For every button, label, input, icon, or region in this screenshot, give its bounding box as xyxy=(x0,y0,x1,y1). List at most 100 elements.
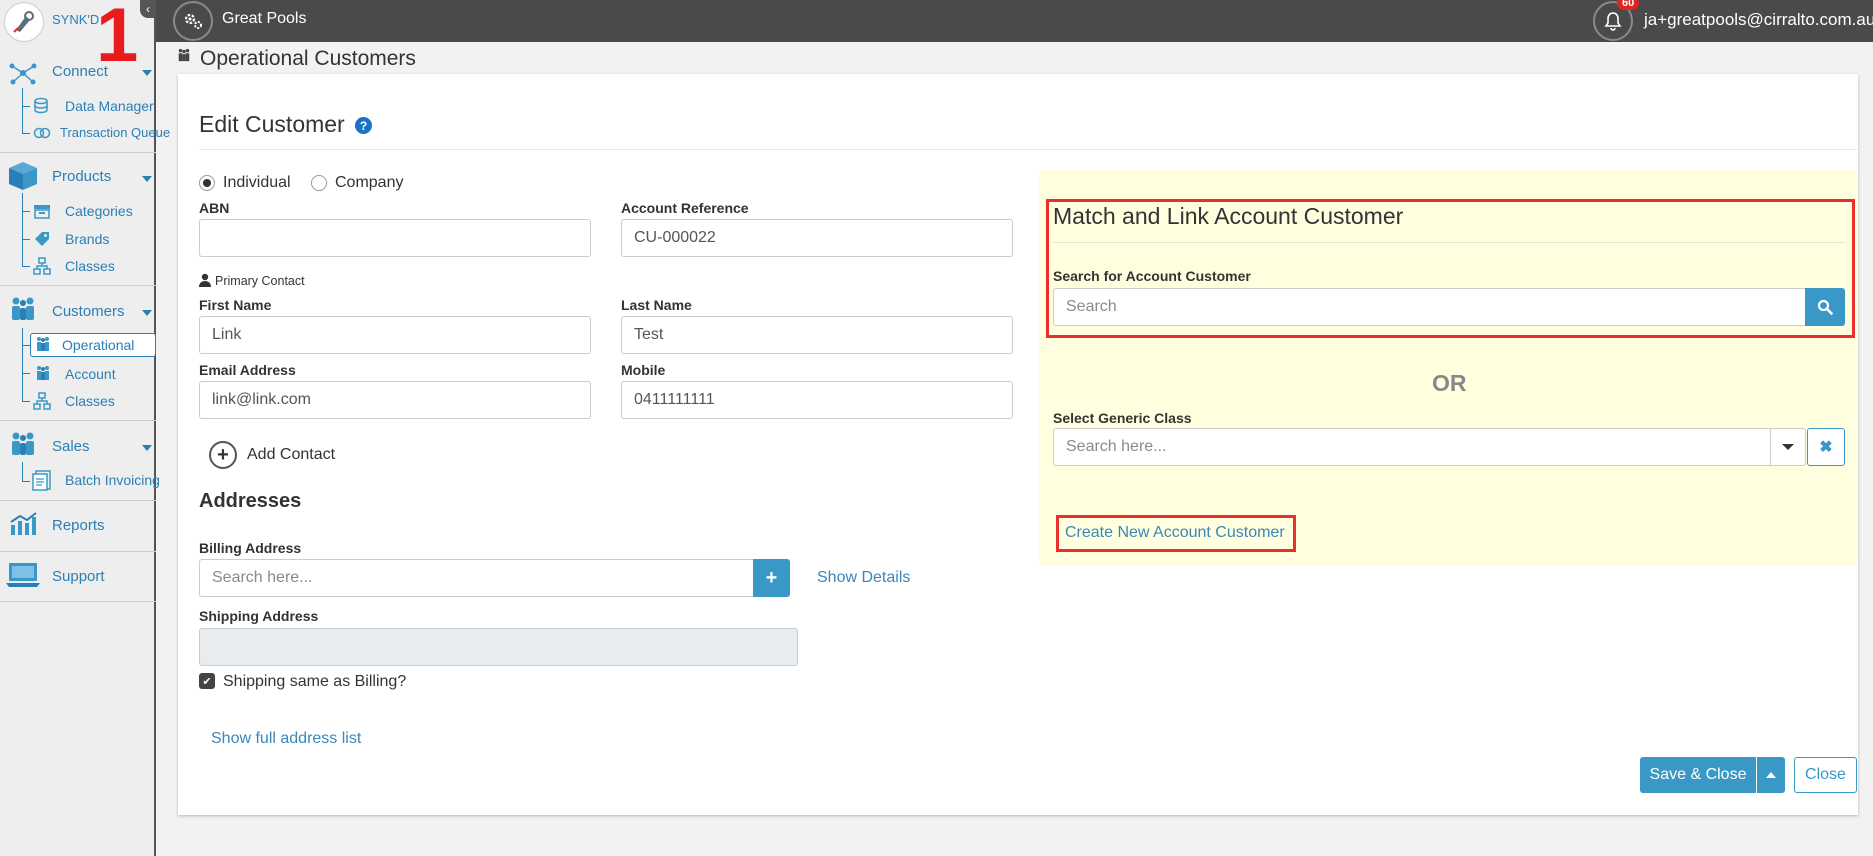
first-name-input[interactable]: Link xyxy=(199,316,591,354)
save-close-button[interactable]: Save & Close xyxy=(1640,757,1756,793)
radio-company-label[interactable]: Company xyxy=(335,174,403,192)
billing-address-label: Billing Address xyxy=(199,540,302,556)
addresses-heading: Addresses xyxy=(199,490,302,512)
radio-individual-label[interactable]: Individual xyxy=(223,174,291,192)
tree-branch xyxy=(22,401,30,402)
add-billing-address-plus-icon[interactable]: + xyxy=(753,559,790,597)
notification-badge[interactable]: 60 xyxy=(1617,0,1640,10)
chevron-down-icon[interactable] xyxy=(142,445,152,451)
sidebar-item-operational[interactable]: Operational xyxy=(62,337,134,353)
invoice-icon xyxy=(31,469,53,496)
tree-branch xyxy=(22,239,30,240)
divider xyxy=(1053,242,1845,243)
sidebar-item-brands[interactable]: Brands xyxy=(65,231,109,247)
select-generic-class-label: Select Generic Class xyxy=(1053,410,1192,426)
sidebar-divider xyxy=(0,500,156,501)
caret-down-icon xyxy=(1782,444,1794,450)
sidebar-section-support[interactable]: Support xyxy=(52,568,105,585)
clear-selection-icon[interactable]: ✖ xyxy=(1807,428,1845,466)
account-reference-input[interactable]: CU-000022 xyxy=(621,219,1013,257)
sidebar: SYNK'D ‹ 1 Connect Data Manager Transact… xyxy=(0,0,170,856)
chevron-down-icon[interactable] xyxy=(142,310,152,316)
database-icon xyxy=(33,97,51,120)
search-account-customer-label: Search for Account Customer xyxy=(1053,268,1251,284)
divider xyxy=(199,149,1859,150)
sidebar-item-customer-classes[interactable]: Classes xyxy=(65,393,115,409)
show-full-address-list-link[interactable]: Show full address list xyxy=(211,730,361,748)
app-name: Great Pools xyxy=(222,10,307,27)
abn-input[interactable] xyxy=(199,219,591,257)
laptop-icon xyxy=(5,561,41,594)
add-contact-button[interactable]: Add Contact xyxy=(247,446,335,464)
sidebar-divider xyxy=(0,152,156,153)
brand-name[interactable]: SYNK'D xyxy=(52,12,99,27)
radio-individual[interactable] xyxy=(199,175,215,191)
edit-customer-title: Edit Customer xyxy=(199,111,345,137)
brand-logo-icon[interactable] xyxy=(4,2,44,42)
category-icon xyxy=(33,202,51,225)
sidebar-item-batch-invoicing[interactable]: Batch Invoicing xyxy=(65,472,160,488)
generic-class-select[interactable]: Search here... xyxy=(1053,428,1771,466)
user-email[interactable]: ja+greatpools@cirralto.com.au xyxy=(1644,10,1873,30)
sidebar-section-products[interactable]: Products xyxy=(52,168,111,185)
connect-icon xyxy=(8,60,38,91)
chevron-down-icon[interactable] xyxy=(142,70,152,76)
sidebar-section-reports[interactable]: Reports xyxy=(52,517,105,534)
page-title: Operational Customers xyxy=(200,47,416,70)
tree-branch xyxy=(22,106,30,107)
mobile-label: Mobile xyxy=(621,362,666,378)
tree-branch xyxy=(22,345,30,346)
sidebar-item-account[interactable]: Account xyxy=(65,366,116,382)
help-icon[interactable]: ? xyxy=(355,117,372,134)
show-details-link[interactable]: Show Details xyxy=(817,569,910,587)
person-group-icon xyxy=(35,365,51,386)
customers-title-icon xyxy=(177,48,191,65)
match-link-title: Match and Link Account Customer xyxy=(1053,203,1404,229)
add-contact-plus-icon[interactable]: + xyxy=(209,441,237,469)
sidebar-item-data-manager[interactable]: Data Manager xyxy=(65,98,154,114)
settings-gear-icon[interactable] xyxy=(173,1,213,41)
sidebar-item-categories[interactable]: Categories xyxy=(65,203,133,219)
customers-icon xyxy=(8,296,38,327)
abn-label: ABN xyxy=(199,200,230,216)
tree-branch xyxy=(22,373,30,374)
app-root: SYNK'D ‹ 1 Connect Data Manager Transact… xyxy=(0,0,1873,856)
sidebar-divider xyxy=(0,601,156,602)
caret-up-icon xyxy=(1766,772,1776,778)
tree-branch xyxy=(22,211,30,212)
sidebar-item-product-classes[interactable]: Classes xyxy=(65,258,115,274)
tree-branch xyxy=(22,481,30,482)
tree-line xyxy=(22,193,23,267)
email-input[interactable]: link@link.com xyxy=(199,381,591,419)
save-options-dropdown[interactable] xyxy=(1757,757,1785,793)
first-name-label: First Name xyxy=(199,297,272,313)
mobile-input[interactable]: 0411111111 xyxy=(621,381,1013,419)
create-new-account-customer-link[interactable]: Create New Account Customer xyxy=(1065,524,1285,542)
collapse-sidebar-icon[interactable]: ‹ xyxy=(140,0,156,18)
billing-address-search[interactable]: Search here... xyxy=(199,559,754,597)
generic-class-dropdown-toggle[interactable] xyxy=(1770,428,1806,466)
queue-icon xyxy=(33,124,51,147)
shipping-address-input xyxy=(199,628,798,666)
or-separator: OR xyxy=(1432,370,1467,396)
sidebar-divider xyxy=(0,551,156,552)
shipping-address-label: Shipping Address xyxy=(199,608,319,624)
sales-icon xyxy=(8,431,38,462)
chevron-down-icon[interactable] xyxy=(142,176,152,182)
shipping-same-checkbox-check-icon[interactable]: ✔ xyxy=(199,673,215,689)
sidebar-section-connect[interactable]: Connect xyxy=(52,63,108,80)
box-icon xyxy=(6,160,40,197)
search-account-customer-input[interactable]: Search xyxy=(1053,288,1806,326)
tag-icon xyxy=(33,230,51,253)
close-button[interactable]: Close xyxy=(1794,757,1857,793)
search-icon[interactable] xyxy=(1805,288,1845,326)
sidebar-section-sales[interactable]: Sales xyxy=(52,438,90,455)
hierarchy-icon xyxy=(33,257,51,280)
tree-branch xyxy=(22,266,30,267)
sidebar-item-transaction-queue[interactable]: Transaction Queue xyxy=(60,125,170,140)
last-name-input[interactable]: Test xyxy=(621,316,1013,354)
top-bar: Great Pools 60 ja+greatpools@cirralto.co… xyxy=(156,0,1873,42)
shipping-same-label[interactable]: Shipping same as Billing? xyxy=(223,673,406,691)
sidebar-section-customers[interactable]: Customers xyxy=(52,303,125,320)
radio-company[interactable] xyxy=(311,175,327,191)
